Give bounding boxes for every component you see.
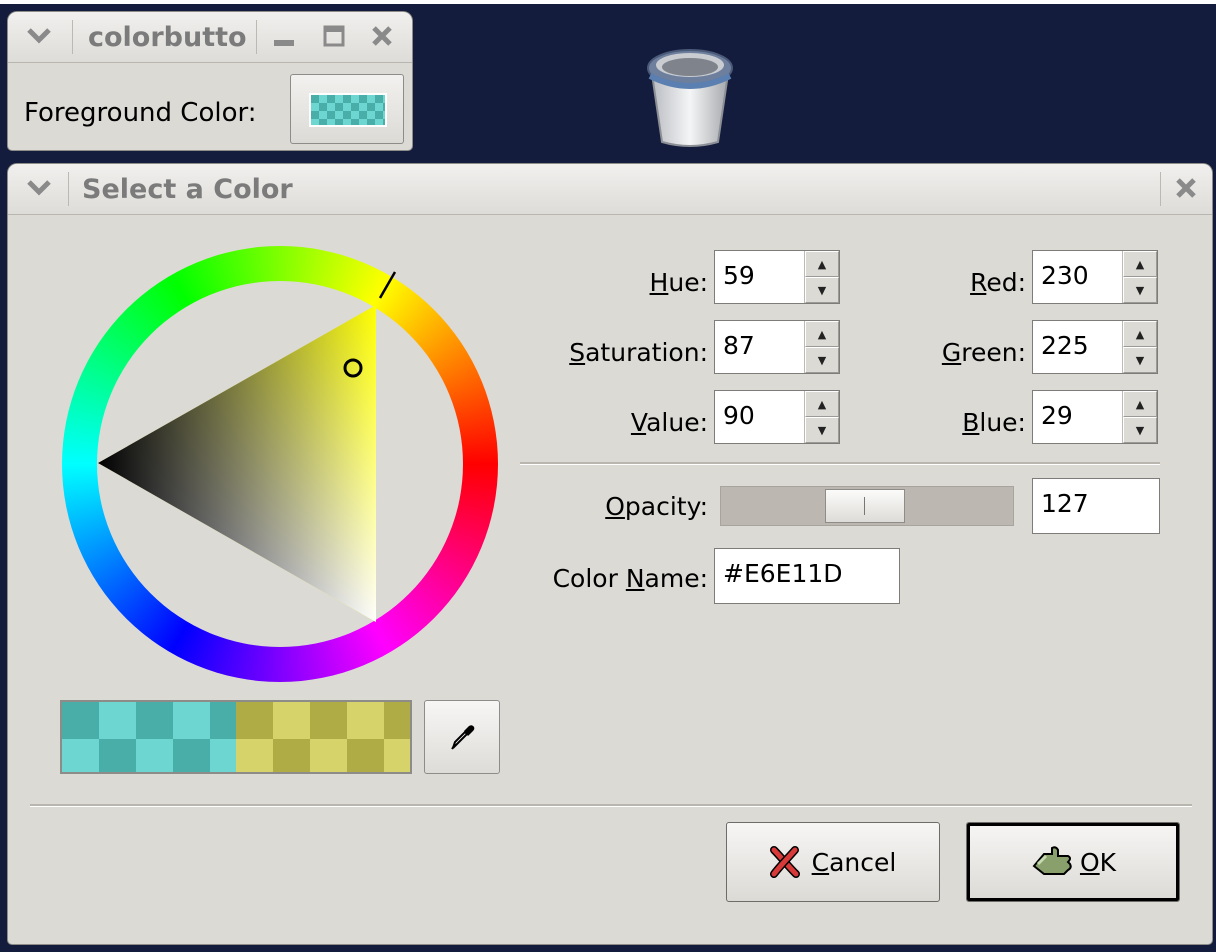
maximize-icon[interactable]: [314, 18, 354, 54]
green-spinbutton[interactable]: 225 ▲ ▼: [1032, 320, 1158, 374]
foreground-color-swatch: [309, 93, 387, 127]
spin-down-icon[interactable]: ▼: [1123, 417, 1157, 443]
ok-hand-icon: [1032, 846, 1072, 875]
close-icon[interactable]: [362, 18, 402, 54]
value-label: Value:: [630, 408, 708, 437]
titlebar-separator: [72, 20, 73, 54]
foreground-color-label: Foreground Color:: [24, 98, 257, 128]
screen-top-edge: [0, 0, 1216, 4]
value-spin-arrows: ▲ ▼: [804, 391, 839, 443]
ok-button[interactable]: OK: [966, 822, 1180, 902]
current-color-swatch: [236, 702, 410, 772]
green-label: Green:: [941, 338, 1026, 367]
hue-spinbutton[interactable]: 59 ▲ ▼: [714, 250, 840, 304]
foreground-color-button[interactable]: [290, 74, 404, 144]
spin-down-icon[interactable]: ▼: [1123, 347, 1157, 373]
separator: [30, 804, 1192, 807]
minimize-icon[interactable]: [264, 18, 304, 54]
blue-spinbutton[interactable]: 29 ▲ ▼: [1032, 390, 1158, 444]
spin-up-icon[interactable]: ▲: [805, 251, 839, 277]
window-menu-chevron-icon[interactable]: [16, 170, 62, 206]
opacity-value-field[interactable]: 127: [1032, 478, 1160, 534]
saturation-label: Saturation:: [569, 338, 708, 367]
close-icon[interactable]: [1164, 170, 1208, 206]
hsv-color-wheel[interactable]: [60, 244, 500, 684]
eyedropper-button[interactable]: [424, 700, 500, 774]
trash-icon[interactable]: [640, 40, 740, 150]
eyedropper-icon: [451, 725, 475, 750]
red-label: Red:: [970, 268, 1026, 297]
spin-up-icon[interactable]: ▲: [1123, 251, 1157, 277]
ok-label: OK: [1079, 847, 1117, 877]
spin-up-icon[interactable]: ▲: [805, 391, 839, 417]
colorbutton-window: colorbutto Foreground Color:: [8, 12, 412, 150]
hue-value[interactable]: 59: [715, 251, 804, 303]
green-value[interactable]: 225: [1033, 321, 1122, 373]
titlebar-separator: [256, 20, 257, 54]
spin-down-icon[interactable]: ▼: [805, 347, 839, 373]
titlebar-separator: [1160, 172, 1161, 206]
saturation-spin-arrows: ▲ ▼: [804, 321, 839, 373]
hue-label: Hue:: [649, 268, 708, 297]
spin-down-icon[interactable]: ▼: [805, 277, 839, 303]
cancel-button[interactable]: Cancel: [726, 822, 940, 902]
green-spin-arrows: ▲ ▼: [1122, 321, 1157, 373]
hue-spin-arrows: ▲ ▼: [804, 251, 839, 303]
saturation-value[interactable]: 87: [715, 321, 804, 373]
color-swatch-preview: [60, 700, 412, 774]
blue-label: Blue:: [962, 408, 1026, 437]
select-color-dialog: Select a Color Hue: 59 ▲ ▼ Saturation: 8…: [8, 164, 1212, 944]
value-value[interactable]: 90: [715, 391, 804, 443]
red-spin-arrows: ▲ ▼: [1122, 251, 1157, 303]
cancel-x-icon: [769, 846, 800, 878]
red-spinbutton[interactable]: 230 ▲ ▼: [1032, 250, 1158, 304]
colorbutton-window-title: colorbutto: [88, 22, 247, 53]
dialog-titlebar[interactable]: Select a Color: [8, 164, 1212, 215]
blue-spin-arrows: ▲ ▼: [1122, 391, 1157, 443]
blue-value[interactable]: 29: [1033, 391, 1122, 443]
separator: [520, 462, 1160, 465]
window-menu-chevron-icon[interactable]: [16, 18, 62, 54]
spin-down-icon[interactable]: ▼: [1123, 277, 1157, 303]
spin-up-icon[interactable]: ▲: [805, 321, 839, 347]
titlebar-separator: [68, 172, 69, 206]
spin-up-icon[interactable]: ▲: [1123, 321, 1157, 347]
value-spinbutton[interactable]: 90 ▲ ▼: [714, 390, 840, 444]
spin-up-icon[interactable]: ▲: [1123, 391, 1157, 417]
opacity-label: Opacity:: [605, 492, 708, 521]
dialog-title: Select a Color: [82, 174, 293, 205]
color-name-label: Color Name:: [552, 564, 708, 593]
red-value[interactable]: 230: [1033, 251, 1122, 303]
previous-color-swatch[interactable]: [62, 702, 236, 772]
opacity-slider-thumb[interactable]: [825, 489, 905, 523]
colorbutton-titlebar[interactable]: colorbutto: [8, 12, 412, 63]
spin-down-icon[interactable]: ▼: [805, 417, 839, 443]
color-name-field[interactable]: #E6E11D: [714, 548, 900, 604]
cancel-label: Cancel: [811, 847, 897, 877]
opacity-slider[interactable]: [720, 486, 1014, 526]
saturation-spinbutton[interactable]: 87 ▲ ▼: [714, 320, 840, 374]
